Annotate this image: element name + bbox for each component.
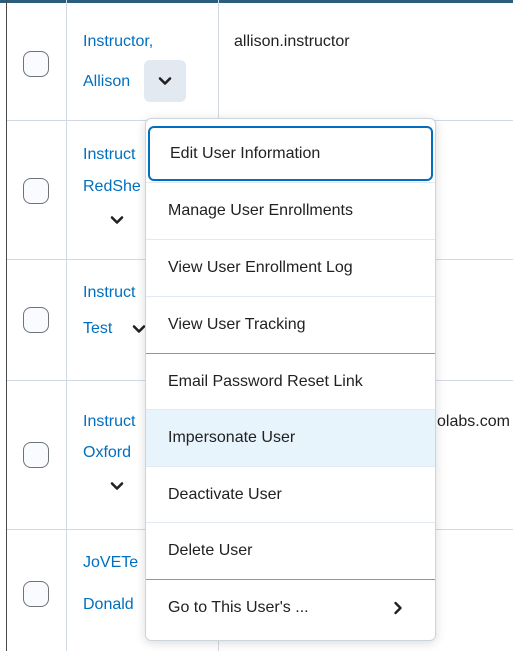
menu-item-impersonate-user[interactable]: Impersonate User	[146, 409, 435, 466]
table-left-border	[6, 0, 7, 651]
menu-item-deactivate-user[interactable]: Deactivate User	[146, 466, 435, 523]
row-checkbox[interactable]	[23, 307, 49, 333]
menu-item-label: Manage User Enrollments	[168, 202, 353, 219]
menu-item-go-to-this-users[interactable]: Go to This User's ...	[146, 579, 435, 636]
user-name-line2[interactable]: Donald	[83, 596, 134, 614]
chevron-down-icon	[110, 216, 124, 224]
row-checkbox[interactable]	[23, 581, 49, 607]
chevron-down-icon	[110, 482, 124, 490]
user-name-line2[interactable]: Oxford	[83, 444, 131, 462]
row-checkbox[interactable]	[23, 178, 49, 204]
row-checkbox[interactable]	[23, 51, 49, 77]
top-bar	[0, 0, 513, 3]
menu-item-view-user-enrollment-log[interactable]: View User Enrollment Log	[146, 239, 435, 296]
menu-item-label: Impersonate User	[168, 429, 296, 446]
user-name-line2[interactable]: Test	[83, 320, 112, 338]
menu-item-label: Go to This User's ...	[168, 599, 309, 616]
user-name-line1[interactable]: JoVETe	[83, 554, 138, 572]
menu-item-label: View User Enrollment Log	[168, 259, 353, 276]
user-name-line1[interactable]: Instruct	[83, 284, 135, 302]
user-actions-button[interactable]	[96, 465, 138, 507]
menu-item-label: View User Tracking	[168, 316, 306, 333]
chevron-right-icon	[394, 601, 402, 615]
menu-item-email-password-reset-link[interactable]: Email Password Reset Link	[146, 353, 435, 410]
user-login: allison.instructor	[234, 33, 350, 50]
user-actions-button[interactable]	[96, 199, 138, 241]
user-email: olabs.com	[437, 413, 510, 430]
user-name-line2[interactable]: RedShe	[83, 178, 141, 196]
user-actions-button[interactable]	[144, 60, 186, 102]
menu-item-view-user-tracking[interactable]: View User Tracking	[146, 296, 435, 353]
menu-item-label: Edit User Information	[170, 144, 321, 162]
user-name-line1[interactable]: Instruct	[83, 146, 135, 164]
chevron-down-icon	[158, 77, 172, 85]
row-checkbox[interactable]	[23, 442, 49, 468]
menu-item-label: Email Password Reset Link	[168, 373, 363, 390]
menu-item-manage-user-enrollments[interactable]: Manage User Enrollments	[146, 182, 435, 239]
menu-item-delete-user[interactable]: Delete User	[146, 522, 435, 579]
menu-item-label: Delete User	[168, 542, 253, 559]
user-name-line1[interactable]: Instruct	[83, 413, 135, 431]
column-divider	[66, 0, 67, 651]
menu-item-edit-user-information[interactable]: Edit User Information	[148, 126, 433, 181]
user-name-line1[interactable]: Instructor,	[83, 33, 153, 51]
user-actions-menu: Edit User Information Manage User Enroll…	[145, 118, 436, 641]
user-name-line2[interactable]: Allison	[83, 73, 130, 91]
menu-item-label: Deactivate User	[168, 486, 282, 503]
